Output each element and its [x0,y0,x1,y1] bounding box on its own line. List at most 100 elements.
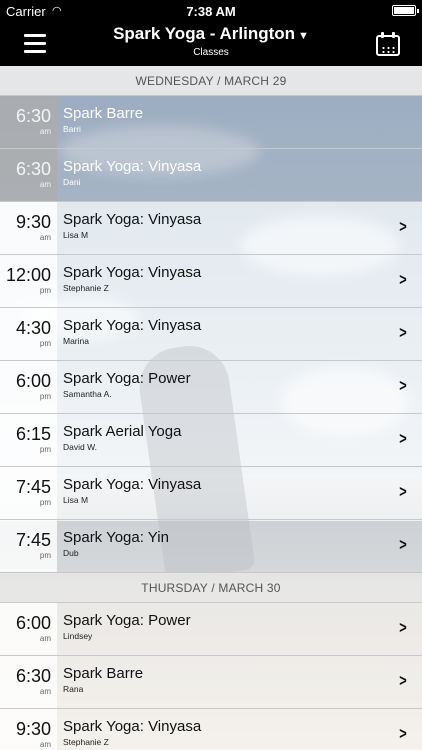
instructor-name: Lisa M [63,495,89,505]
chevron-right-icon[interactable]: > [399,323,406,343]
class-time-ampm: am [39,740,51,749]
class-time-ampm: pm [39,392,51,401]
class-info: Spark Aerial Yoga David W. [57,414,422,466]
instructor-name: Marina [63,336,89,346]
class-name: Spark Yoga: Vinyasa [63,264,202,281]
class-time-value: 7:45 [15,530,51,550]
instructor-name: Stephanie Z [63,283,109,293]
class-row[interactable]: 7:45 pm Spark Yoga: Yin Dub > [0,520,422,573]
class-name: Spark Yoga: Power [63,370,191,387]
class-row[interactable]: 6:30amSpark Yoga: VinyasaDani> [0,149,422,202]
class-row[interactable]: 4:30 pm Spark Yoga: Vinyasa Marina > [0,308,422,361]
class-time-value: 7:45 [15,477,51,497]
class-name: Spark Yoga: Vinyasa [63,476,202,493]
class-row[interactable]: 6:00 pm Spark Yoga: Power Samantha A. > [0,361,422,414]
class-info: Spark Yoga: Vinyasa Lisa M [57,467,422,519]
class-time-value: 6:15 [15,424,51,444]
class-time-value: 6:30 [15,666,51,686]
class-info: Spark Yoga: Vinyasa Stephanie Z [57,709,422,750]
class-time: 9:30 am [0,709,57,750]
class-time-ampm: pm [39,445,51,454]
class-row[interactable]: 9:30 am Spark Yoga: Vinyasa Stephanie Z > [0,709,422,750]
class-info: Spark Yoga: Vinyasa Dani [57,149,422,201]
class-time: 6:00 pm [0,361,57,413]
class-row[interactable]: 12:00 pm Spark Yoga: Vinyasa Stephanie Z > [0,255,422,308]
class-row[interactable]: 9:30 am Spark Yoga: Vinyasa Lisa M > [0,202,422,255]
section-header: WEDNESDAY / MARCH 29 [0,66,422,96]
class-time-ampm: am [39,687,51,696]
class-info: Spark Yoga: Vinyasa Marina [57,308,422,360]
class-time-ampm: pm [39,498,51,507]
instructor-name: Lindsey [63,631,93,641]
chevron-right-icon[interactable]: > [399,724,406,744]
class-time: 6:15 pm [0,414,57,466]
class-time: 6:00 am [0,603,57,655]
class-name: Spark Yoga: Yin [63,529,169,546]
dropdown-caret-icon: ▼ [298,30,309,42]
class-name: Spark Barre [63,105,144,122]
class-time-value: 6:30 [15,159,51,179]
class-time-ampm: am [39,634,51,643]
class-schedule-list[interactable]: WEDNESDAY / MARCH 29 6:30 am Spark Barre Bar… [0,66,422,750]
class-time-value: 6:00 [15,371,51,391]
status-bar: Carrier ◠ 7:38 AM [0,0,422,22]
class-time-value: 12:00 [5,265,51,285]
chevron-right-icon[interactable]: > [399,618,406,638]
instructor-name: Lisa M [63,230,89,240]
class-time-ampm: am [39,233,51,242]
class-time-ampm: am [39,180,51,189]
chevron-right-icon[interactable]: > [399,482,406,502]
instructor-name: Rana [63,684,84,694]
class-info: Spark Yoga: Power Lindsey [57,603,422,655]
class-info: Spark Yoga: Power Samantha A. [57,361,422,413]
instructor-name: Dani [63,177,81,187]
class-time-ampm: pm [39,339,51,348]
chevron-right-icon[interactable]: > [399,535,406,555]
class-row[interactable]: 6:15 pm Spark Aerial Yoga David W. > [0,414,422,467]
class-info: Spark Yoga: Vinyasa Stephanie Z [57,255,422,307]
chevron-right-icon[interactable]: > [399,429,406,449]
calendar-icon[interactable] [376,32,400,56]
class-row[interactable]: 7:45 pm Spark Yoga: Vinyasa Lisa M > [0,467,422,520]
class-name: Spark Aerial Yoga [63,423,182,440]
instructor-name: David W. [63,442,98,452]
class-name: Spark Yoga: Vinyasa [63,158,202,175]
navigation-bar: Spark Yoga - Arlington ▼ Classes [0,22,422,66]
class-info: Spark Yoga: Yin Dub [57,520,422,572]
chevron-right-icon[interactable]: > [399,671,406,691]
class-time-value: 9:30 [15,212,51,232]
hamburger-menu-icon[interactable] [24,34,46,54]
class-info: Spark Yoga: Vinyasa Lisa M [57,202,422,254]
class-time-value: 4:30 [15,318,51,338]
class-name: Spark Yoga: Vinyasa [63,317,202,334]
class-name: Spark Barre [63,665,144,682]
class-name: Spark Yoga: Vinyasa [63,718,202,735]
page-title: Spark Yoga - Arlington ▼ [113,24,309,43]
class-time: 12:00 pm [0,255,57,307]
class-time: 6:30 am [0,149,57,201]
chevron-right-icon[interactable]: > [399,270,406,290]
chevron-right-icon[interactable]: > [399,376,406,396]
class-time-ampm: pm [39,551,51,560]
class-row[interactable]: 6:30amSpark BarreBarri> [0,96,422,149]
status-time: 7:38 AM [186,4,236,19]
class-time: 7:45 pm [0,467,57,519]
class-name: Spark Yoga: Power [63,612,191,629]
class-row[interactable]: 6:30 am Spark Barre Rana > [0,656,422,709]
class-time-value: 6:00 [15,613,51,633]
battery-icon [392,5,419,16]
location-selector[interactable]: Spark Yoga - Arlington ▼ Classes [80,24,342,58]
class-time: 7:45 pm [0,520,57,572]
instructor-name: Dub [63,548,79,558]
chevron-right-icon[interactable]: > [399,217,406,237]
instructor-name: Stephanie Z [63,737,109,747]
instructor-name: Barri [63,124,81,134]
section-header: THURSDAY / MARCH 30 [0,573,422,603]
class-row[interactable]: 6:00 am Spark Yoga: Power Lindsey > [0,603,422,656]
page-subtitle: Classes [193,47,229,58]
class-time: 9:30 am [0,202,57,254]
class-time-value: 6:30 [15,106,51,126]
class-time-ampm: am [39,127,51,136]
class-time-ampm: pm [39,286,51,295]
instructor-name: Samantha A. [63,389,112,399]
